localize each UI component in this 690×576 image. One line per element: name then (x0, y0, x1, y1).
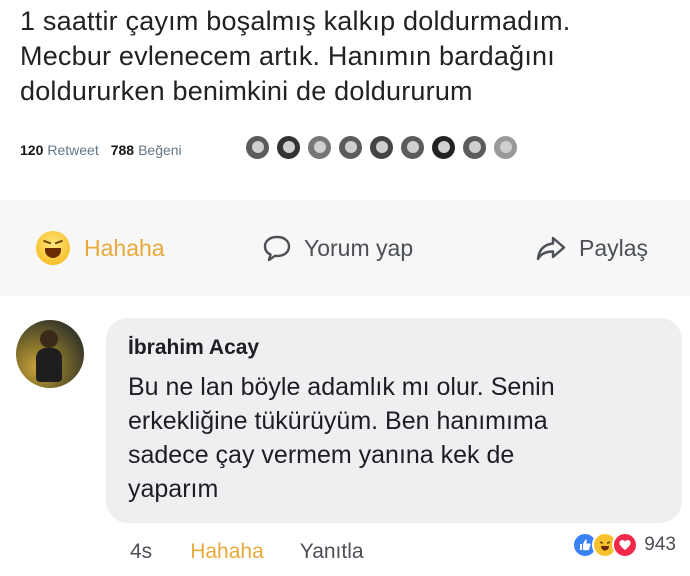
liker-avatar[interactable] (368, 134, 395, 161)
commenter-avatar[interactable] (16, 320, 84, 388)
comment-reactions[interactable]: 943 (572, 532, 676, 558)
comment-section: İbrahim Acay Bu ne lan böyle adamlık mı … (0, 296, 690, 576)
comment-meta: 4s Hahaha Yanıtla (130, 540, 364, 564)
comment-label: Yorum yap (304, 234, 414, 261)
liker-avatar[interactable] (306, 134, 333, 161)
liker-avatar[interactable] (430, 134, 457, 161)
like-count[interactable]: 788 (111, 142, 134, 158)
comment-line: yaparım (128, 475, 219, 503)
tweet-stats: 120 Retweet 788 Beğeni (20, 136, 194, 164)
comment-author[interactable]: İbrahim Acay (128, 336, 259, 360)
share-label: Paylaş (579, 234, 649, 261)
reply-button[interactable]: Yanıtla (300, 540, 364, 564)
liker-avatars (244, 134, 519, 161)
tweet-card: 1 saattir çayım boşalmış kalkıp doldurma… (0, 0, 690, 200)
love-icon (612, 532, 639, 558)
comment-line: sadece çay vermem yanına kek de (128, 441, 515, 469)
tweet-line: 1 saattir çayım boşalmış kalkıp doldurma… (20, 6, 571, 36)
share-button[interactable]: Paylaş (535, 230, 648, 266)
comment-haha-button[interactable]: Hahaha (190, 540, 264, 564)
tweet-text: 1 saattir çayım boşalmış kalkıp doldurma… (20, 4, 680, 109)
liker-avatar[interactable] (337, 134, 364, 161)
liker-avatar[interactable] (244, 134, 271, 161)
comment-bubble: İbrahim Acay Bu ne lan böyle adamlık mı … (106, 318, 682, 523)
liker-avatar[interactable] (399, 134, 426, 161)
comment-text: Bu ne lan böyle adamlık mı olur. Senin e… (128, 370, 648, 506)
comment-time[interactable]: 4s (130, 540, 152, 564)
haha-emoji-icon (36, 231, 70, 265)
tweet-line: doldururken benimkini de doldururum (20, 76, 473, 106)
liker-avatar[interactable] (461, 134, 488, 161)
retweet-count[interactable]: 120 (20, 142, 43, 158)
action-bar: Hahaha Yorum yap Paylaş (0, 200, 690, 296)
liker-avatar[interactable] (275, 134, 302, 161)
comment-button[interactable]: Yorum yap (262, 230, 413, 266)
share-arrow-icon (535, 234, 567, 262)
liker-avatar[interactable] (492, 134, 519, 161)
reaction-count: 943 (644, 534, 676, 555)
comment-bubble-icon (262, 234, 292, 262)
like-label[interactable]: Beğeni (138, 142, 182, 158)
haha-reaction-button[interactable]: Hahaha (36, 230, 165, 266)
tweet-line: Mecbur evlenecem artık. Hanımın bardağın… (20, 41, 555, 71)
comment-line: Bu ne lan böyle adamlık mı olur. Senin (128, 373, 555, 401)
comment-line: erkekliğine tükürüyüm. Ben hanımıma (128, 407, 548, 435)
retweet-label[interactable]: Retweet (47, 142, 98, 158)
haha-label: Hahaha (84, 234, 165, 261)
